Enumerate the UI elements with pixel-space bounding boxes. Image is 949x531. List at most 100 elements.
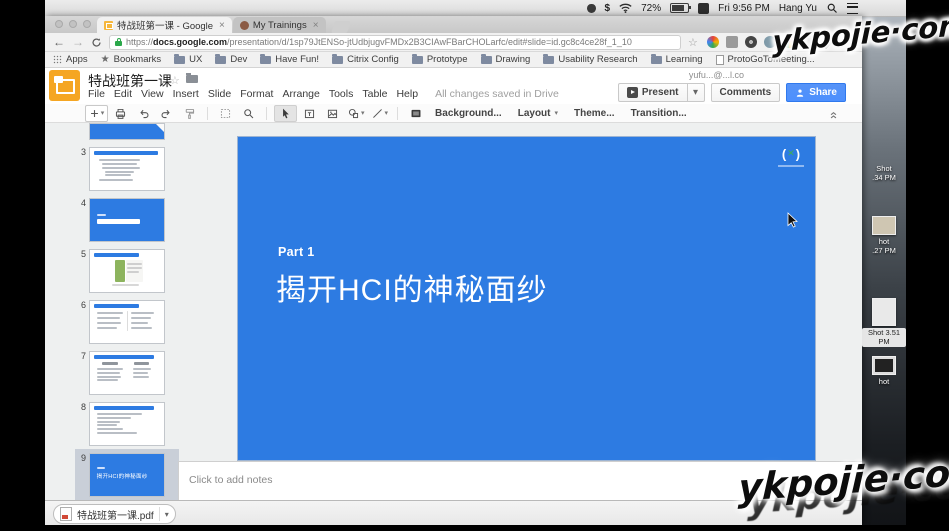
back-button[interactable]: ←: [53, 36, 65, 48]
filmstrip-slide-7[interactable]: 7: [75, 351, 179, 395]
slide-thumbnail[interactable]: [89, 402, 165, 446]
close-window-icon[interactable]: [55, 20, 63, 28]
bookmark-item[interactable]: Usability Research: [543, 54, 637, 65]
extension-icon-3[interactable]: [745, 36, 757, 48]
bookmark-star-icon[interactable]: ☆: [688, 36, 698, 49]
menu-help[interactable]: Help: [396, 88, 418, 100]
download-caret-icon[interactable]: ▾: [165, 510, 169, 519]
zoom-button[interactable]: [238, 106, 259, 121]
menubar-clock[interactable]: Fri 9:56 PM: [718, 3, 770, 14]
google-slides-logo[interactable]: [49, 70, 80, 101]
slide-thumbnail[interactable]: [89, 249, 165, 293]
notification-center-icon[interactable]: [847, 3, 858, 14]
filmstrip-slide-3[interactable]: 3: [75, 147, 179, 191]
menu-view[interactable]: View: [141, 88, 164, 100]
slide-background-icon[interactable]: [405, 106, 426, 121]
theme-button[interactable]: Theme...: [567, 108, 622, 119]
filmstrip-slide-8[interactable]: 8: [75, 402, 179, 446]
bookmark-item[interactable]: Learning: [651, 54, 703, 65]
filmstrip-slide[interactable]: [75, 123, 179, 140]
reload-button[interactable]: [91, 37, 102, 48]
bookmark-item[interactable]: ★Bookmarks: [101, 54, 161, 65]
bookmark-item[interactable]: UX: [174, 54, 202, 65]
move-to-folder-icon[interactable]: [186, 75, 198, 83]
slide-thumbnail[interactable]: [89, 300, 165, 344]
desktop-icon[interactable]: hot .27 PM: [862, 216, 906, 256]
bookmark-item[interactable]: Prototype: [412, 54, 468, 65]
slide-thumbnail[interactable]: [89, 123, 165, 140]
menu-slide[interactable]: Slide: [208, 88, 231, 100]
window-controls[interactable]: [55, 20, 91, 28]
slide-thumbnail[interactable]: [89, 147, 165, 191]
menu-tools[interactable]: Tools: [329, 88, 354, 100]
select-tool-button[interactable]: [274, 105, 297, 122]
desktop-icon[interactable]: hot: [862, 356, 906, 386]
https-padlock-icon[interactable]: [115, 38, 122, 46]
text-box-button[interactable]: [299, 106, 320, 121]
insert-line-button[interactable]: ▾: [369, 106, 391, 121]
forward-button[interactable]: →: [72, 36, 84, 48]
menu-format[interactable]: Format: [240, 88, 273, 100]
fit-zoom-button[interactable]: [215, 106, 236, 121]
bookmark-item[interactable]: Have Fun!: [260, 54, 319, 65]
account-email[interactable]: yufu...@...l.co: [689, 70, 744, 80]
tab-close-icon[interactable]: ×: [219, 20, 225, 31]
menubar-app-icon[interactable]: [698, 3, 709, 14]
spotlight-search-icon[interactable]: [826, 2, 838, 14]
slide-kicker-text[interactable]: Part 1: [278, 245, 315, 259]
slide-thumbnail[interactable]: 揭开HCI的神秘面纱: [89, 453, 165, 497]
background-button[interactable]: Background...: [428, 108, 509, 119]
star-document-icon[interactable]: ☆: [170, 74, 180, 87]
minimize-window-icon[interactable]: [69, 20, 77, 28]
bookmark-item[interactable]: Citrix Config: [332, 54, 399, 65]
tab-close-icon[interactable]: ×: [313, 20, 319, 31]
print-button[interactable]: [110, 106, 131, 121]
slide-thumbnail[interactable]: [89, 198, 165, 242]
paint-format-button[interactable]: [179, 106, 200, 121]
shape-caret-icon[interactable]: ▾: [361, 109, 365, 117]
extension-icon-2[interactable]: [726, 36, 738, 48]
slide-title-text[interactable]: 揭开HCI的神秘面纱: [276, 265, 548, 309]
slide-thumbnail[interactable]: [89, 351, 165, 395]
desktop-icon[interactable]: Shot .34 PM: [862, 164, 906, 183]
menu-arrange[interactable]: Arrange: [282, 88, 319, 100]
address-bar[interactable]: https://docs.google.com/presentation/d/1…: [109, 35, 681, 50]
browser-tab[interactable]: 特战班第一课 - Google Slid×: [97, 17, 232, 33]
new-slide-button[interactable]: ▾: [85, 105, 108, 122]
download-item[interactable]: 特战班第一课.pdf ▾: [53, 504, 176, 524]
download-filename[interactable]: 特战班第一课.pdf: [77, 507, 154, 522]
browser-tab[interactable]: My Trainings×: [233, 17, 326, 33]
layout-button[interactable]: Layout▾: [511, 108, 565, 119]
menu-edit[interactable]: Edit: [114, 88, 132, 100]
filmstrip-slide-4[interactable]: 4: [75, 198, 179, 242]
present-button[interactable]: Present: [618, 83, 688, 102]
bookmark-item[interactable]: Dev: [215, 54, 247, 65]
insert-image-button[interactable]: [322, 106, 343, 121]
dollar-menu-icon[interactable]: $: [605, 3, 611, 14]
undo-button[interactable]: [133, 106, 154, 121]
present-dropdown[interactable]: ▾: [688, 83, 705, 102]
filmstrip-slide-6[interactable]: 6: [75, 300, 179, 344]
bookmark-item[interactable]: Apps: [53, 54, 88, 65]
menu-insert[interactable]: Insert: [173, 88, 199, 100]
filmstrip-slide-9[interactable]: 9揭开HCI的神秘面纱: [75, 453, 179, 497]
slide-canvas[interactable]: (✕) Part 1 揭开HCI的神秘面纱: [237, 136, 816, 461]
menu-table[interactable]: Table: [362, 88, 387, 100]
bookmark-item[interactable]: Drawing: [481, 54, 531, 65]
comments-button[interactable]: Comments: [711, 83, 781, 102]
line-caret-icon[interactable]: ▾: [385, 109, 389, 117]
wifi-icon[interactable]: [619, 3, 632, 13]
menubar-user[interactable]: Hang Yu: [779, 3, 817, 14]
redo-button[interactable]: [156, 106, 177, 121]
transition-button[interactable]: Transition...: [624, 108, 694, 119]
menu-file[interactable]: File: [88, 88, 105, 100]
paw-app-icon[interactable]: [587, 4, 596, 13]
new-slide-caret-icon[interactable]: ▾: [101, 109, 105, 117]
filmstrip-slide-5[interactable]: 5: [75, 249, 179, 293]
extension-icon-1[interactable]: [707, 36, 719, 48]
desktop-icon[interactable]: Shot 3.51 PM: [862, 298, 906, 347]
share-button[interactable]: Share: [786, 83, 846, 102]
notes-placeholder[interactable]: Click to add notes: [189, 474, 272, 486]
new-tab-button[interactable]: [331, 21, 351, 33]
insert-shape-button[interactable]: ▾: [345, 106, 367, 121]
